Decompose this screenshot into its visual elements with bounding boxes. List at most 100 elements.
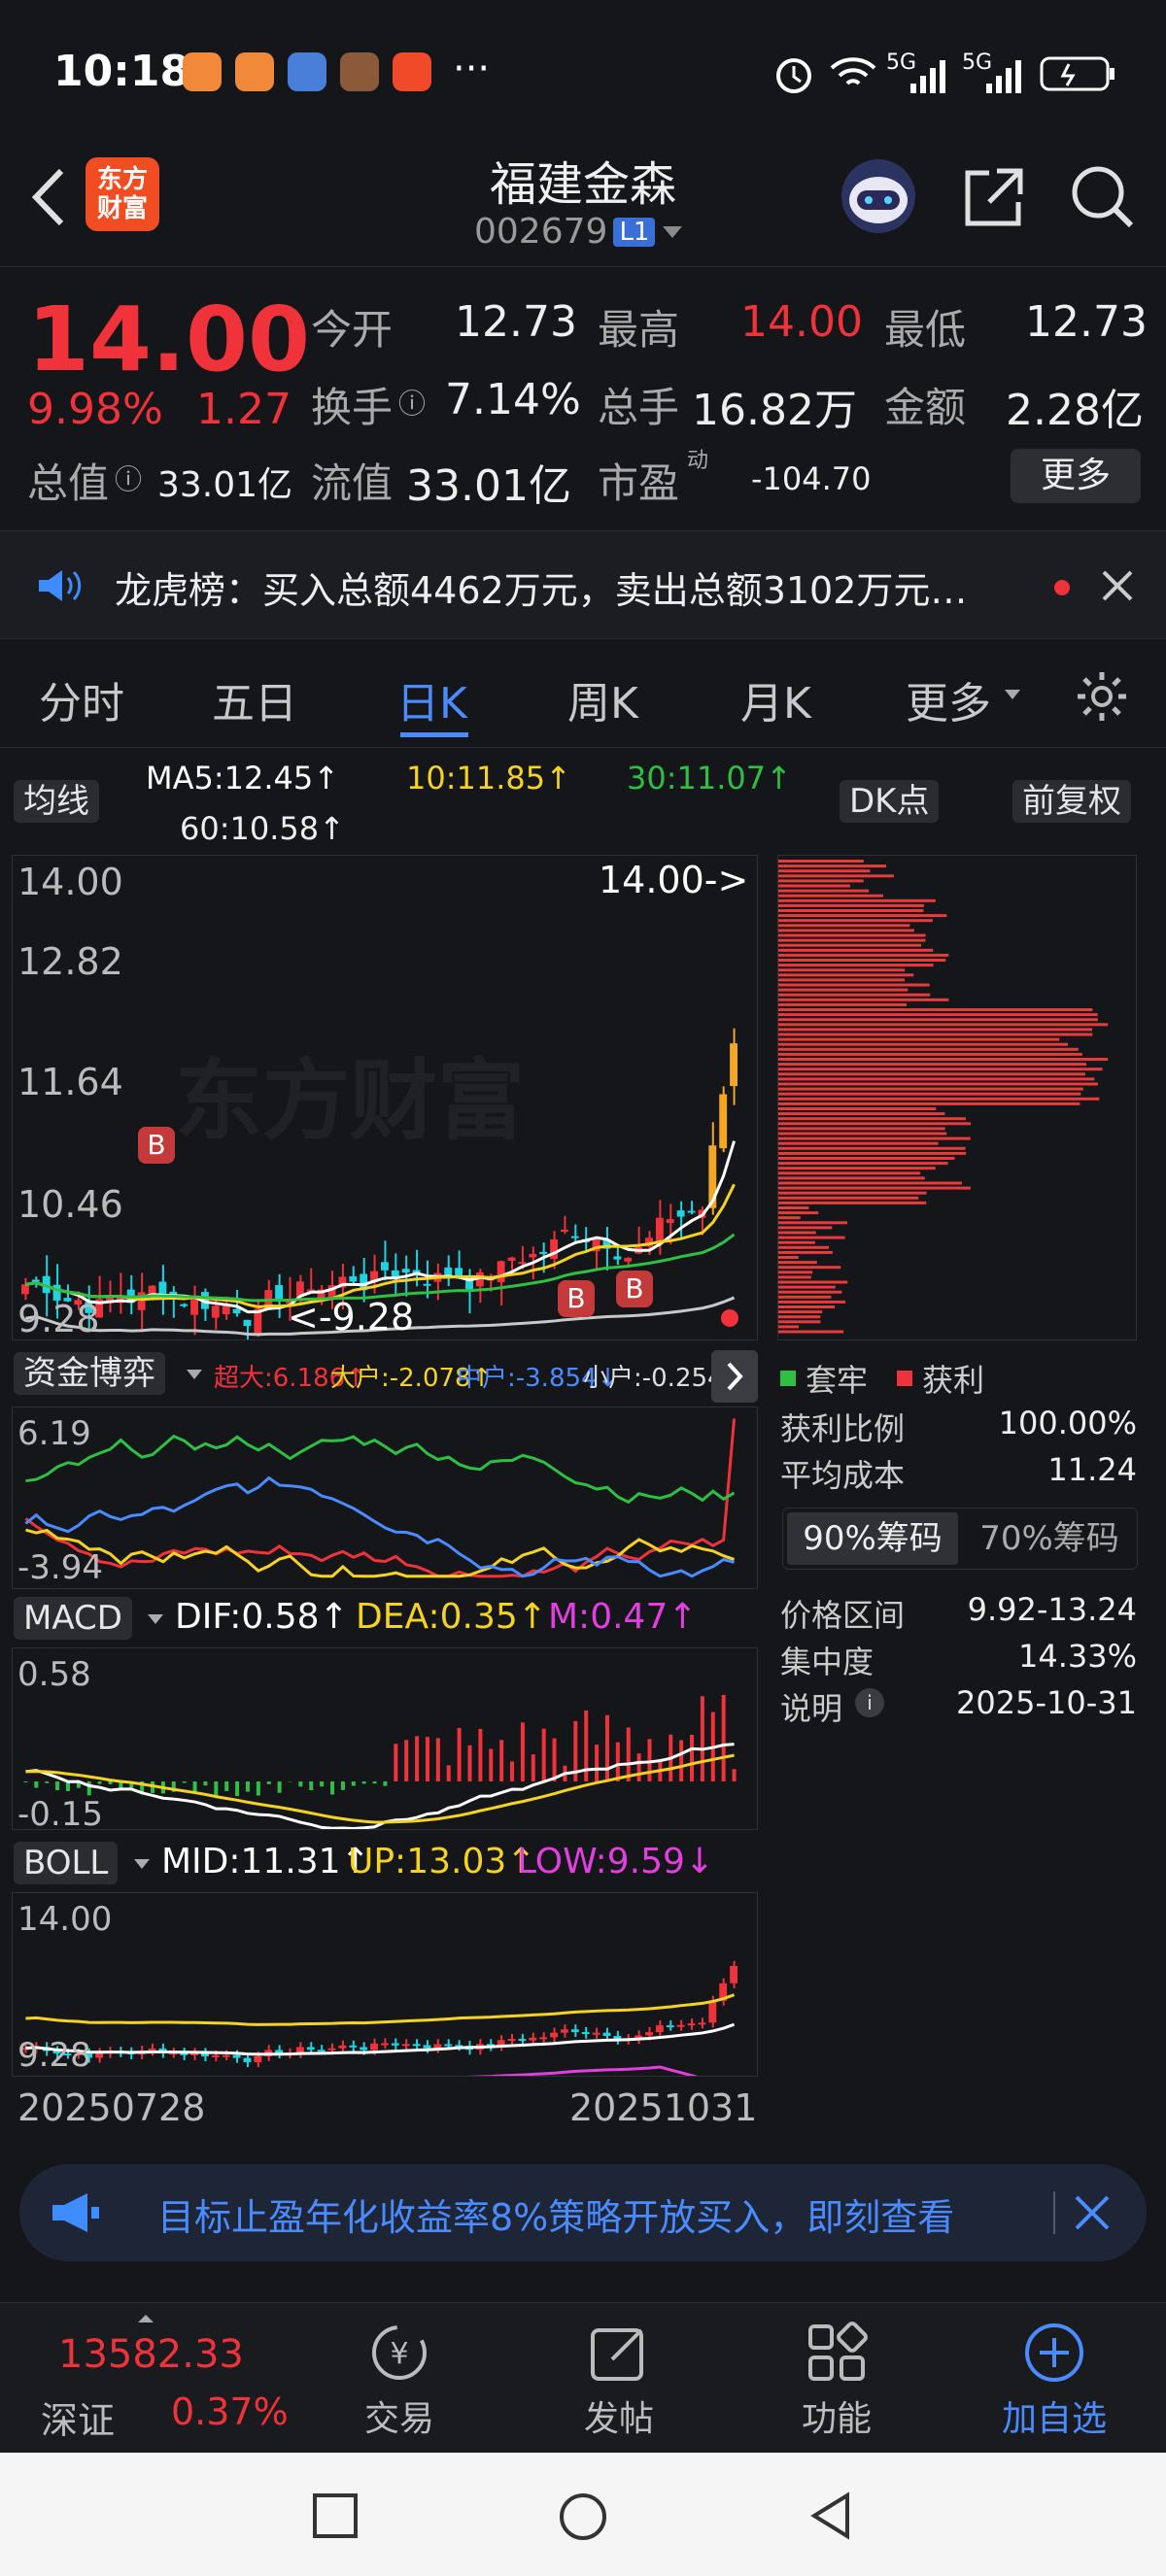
chip-bar — [778, 1097, 1100, 1101]
nav-trade[interactable]: 交易 — [322, 2390, 477, 2441]
recent-apps-icon[interactable] — [311, 2491, 360, 2540]
macd-selector[interactable]: MACD — [14, 1597, 132, 1640]
mcap-label: 总值 — [27, 459, 110, 507]
nav-functions[interactable]: 功能 — [759, 2390, 914, 2441]
chip-bar — [778, 909, 924, 912]
chip-bar — [778, 1146, 966, 1150]
chip-bar — [778, 1002, 908, 1006]
tab-chip-70[interactable]: 70%筹码 — [964, 1512, 1135, 1565]
more-button[interactable]: 更多 — [1011, 449, 1141, 503]
flow-chart[interactable] — [12, 1407, 758, 1589]
adjust-button[interactable]: 前复权 — [1012, 780, 1131, 823]
index-value[interactable]: 13582.33 — [58, 2332, 244, 2377]
chip-concentration-value: 14.33% — [1017, 1638, 1137, 1675]
info-icon[interactable]: i — [855, 1688, 884, 1717]
macd-bar — [636, 1753, 641, 1781]
add-watchlist-icon[interactable] — [1022, 2321, 1086, 2385]
back-icon[interactable] — [24, 165, 73, 229]
ma-selector[interactable]: 均线 — [14, 780, 99, 823]
buy-signal-marker[interactable]: B — [558, 1280, 595, 1317]
chip-bar — [778, 1072, 1085, 1076]
candle-body — [539, 1251, 548, 1254]
flow-small-line — [25, 1434, 736, 1505]
trapped-swatch — [780, 1371, 796, 1386]
tab-weekly-k[interactable]: 周K — [567, 668, 638, 730]
app-notification-icon — [183, 52, 222, 91]
chip-bar — [778, 1201, 927, 1204]
stock-code-selector[interactable]: 002679 L1 — [474, 212, 684, 252]
macd-dea: DEA:0.35↑ — [356, 1597, 547, 1637]
high-marker: 14.00-> — [599, 859, 749, 901]
candle-body — [381, 1262, 389, 1271]
chip-distribution[interactable] — [777, 855, 1137, 1340]
chip-bar — [778, 1122, 971, 1126]
promo-banner[interactable]: 目标止盈年化收益率8%策略开放买入，即刻查看 — [19, 2164, 1147, 2261]
tab-daily-k[interactable]: 日K — [396, 668, 467, 730]
dk-points-button[interactable]: DK点 — [840, 780, 940, 823]
share-icon[interactable] — [960, 163, 1028, 231]
chevron-down-icon — [134, 1859, 150, 1869]
tab-intraday[interactable]: 分时 — [39, 668, 124, 730]
back-nav-icon[interactable] — [806, 2491, 855, 2540]
robot-assistant-icon[interactable] — [838, 155, 919, 237]
chip-bar — [778, 1087, 1083, 1091]
chip-bar — [778, 1127, 945, 1131]
tab-chip-90[interactable]: 90%筹码 — [787, 1512, 958, 1565]
low-label: 最低 — [884, 306, 967, 354]
gear-icon[interactable] — [1074, 668, 1130, 725]
next-indicator-icon[interactable] — [711, 1350, 758, 1403]
functions-icon[interactable] — [805, 2321, 869, 2385]
index-percent: 0.37% — [171, 2390, 289, 2433]
flow-y-top: 6.19 — [17, 1414, 91, 1453]
buy-signal-marker[interactable]: B — [138, 1127, 175, 1164]
nav-add-watchlist[interactable]: 加自选 — [977, 2390, 1132, 2441]
macd-bar — [415, 1736, 420, 1781]
macd-chart[interactable] — [12, 1647, 758, 1830]
boll-candle-body — [254, 2055, 262, 2063]
chip-profit-value: 100.00% — [998, 1405, 1137, 1441]
info-icon[interactable]: ⓘ — [398, 383, 426, 422]
post-icon[interactable] — [587, 2321, 651, 2385]
chip-avg-label: 平均成本 — [780, 1457, 906, 1494]
tab-more[interactable]: 更多 — [906, 668, 991, 730]
candle-body — [624, 1258, 633, 1262]
chip-bar — [778, 889, 870, 893]
buy-signal-marker[interactable]: B — [616, 1271, 653, 1307]
candle-body — [676, 1210, 685, 1217]
info-icon[interactable]: ⓘ — [115, 458, 142, 497]
period-tabs: 分时 五日 日K 周K 月K 更多 — [0, 639, 1166, 748]
chip-bar — [778, 1206, 809, 1209]
chip-bar — [778, 1256, 799, 1259]
macd-bar — [595, 1745, 600, 1781]
candle-body — [719, 1094, 728, 1149]
close-icon[interactable] — [1098, 566, 1137, 605]
ma30-value: 30:11.07↑ — [627, 760, 792, 797]
chip-bar — [778, 1320, 821, 1324]
flow-selector[interactable]: 资金博弈 — [14, 1352, 165, 1395]
nav-post[interactable]: 发帖 — [541, 2390, 697, 2441]
home-icon[interactable] — [558, 2491, 608, 2542]
chip-bar — [778, 1261, 817, 1265]
close-icon[interactable] — [1073, 2193, 1112, 2232]
ma60-value: 60:10.58↑ — [180, 810, 345, 847]
tab-five-day[interactable]: 五日 — [212, 668, 297, 730]
chip-bar — [778, 1310, 823, 1314]
volume-label: 总手 — [598, 384, 680, 431]
app-logo[interactable]: 东方 财富 — [86, 157, 159, 231]
candle-body — [21, 1284, 29, 1295]
boll-chart[interactable] — [12, 1892, 758, 2085]
chip-bar — [778, 933, 926, 937]
boll-selector[interactable]: BOLL — [14, 1842, 119, 1884]
macd-bar — [55, 1780, 60, 1791]
chip-avg-value: 11.24 — [1047, 1451, 1137, 1488]
chip-bar — [778, 894, 883, 898]
trade-icon[interactable]: ¥ — [363, 2321, 435, 2385]
search-icon[interactable] — [1067, 161, 1137, 231]
chip-bar — [778, 978, 906, 982]
chip-bar — [778, 1266, 841, 1270]
notice-bar[interactable]: 龙虎榜：买入总额4462万元，卖出总额3102万元… — [0, 530, 1166, 639]
macd-bar — [298, 1780, 303, 1787]
turnover-value: 7.14% — [445, 375, 581, 424]
boll-candle-body — [444, 2044, 453, 2047]
tab-monthly-k[interactable]: 月K — [740, 668, 811, 730]
